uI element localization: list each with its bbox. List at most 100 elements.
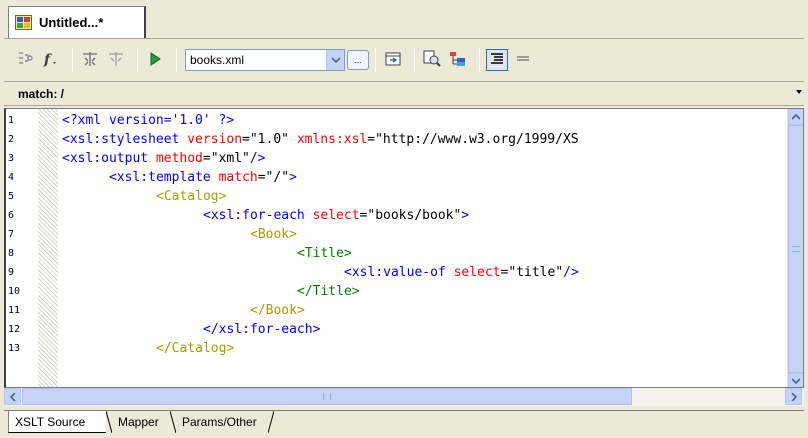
code-line[interactable]: <xsl:template match="/"> — [109, 168, 297, 187]
browse-button[interactable]: … — [347, 50, 369, 70]
code-token: select — [453, 265, 501, 280]
step-button[interactable] — [105, 49, 127, 71]
code-token: xmlns:xsl — [296, 132, 368, 147]
code-line[interactable]: <xsl:stylesheet version="1.0" xmlns:xsl=… — [62, 130, 579, 149]
chevron-left-icon — [9, 392, 16, 401]
line-number: 11 — [8, 305, 21, 316]
code-token: <Book> — [250, 227, 297, 242]
code-line[interactable]: <Catalog> — [156, 187, 226, 206]
run-icon — [146, 50, 164, 71]
code-line[interactable]: </Book> — [250, 301, 305, 320]
line-button[interactable] — [512, 49, 534, 71]
debug-button[interactable] — [79, 49, 101, 71]
code-line[interactable]: <Book> — [250, 225, 297, 244]
line-number: 9 — [8, 267, 15, 278]
code-area[interactable]: <?xml version='1.0' ?> <xsl:stylesheet ve… — [60, 109, 803, 387]
tab-label: Params/Other — [182, 415, 257, 429]
line-number: 12 — [8, 324, 21, 335]
code-token: /> — [563, 265, 579, 280]
code-token: <xsl:stylesheet — [62, 132, 188, 147]
scroll-right-button[interactable] — [785, 388, 802, 405]
open-output-icon — [384, 50, 402, 71]
toolbar-separator — [176, 48, 177, 72]
toolbar-separator — [414, 48, 415, 72]
toolbar-separator — [375, 48, 376, 72]
code-line[interactable]: <?xml version='1.0' ?> — [62, 111, 234, 130]
editor-window: Untitled...* f books.xml … match: / 1 2 … — [0, 0, 808, 438]
chevron-up-icon — [792, 114, 800, 120]
code-line[interactable]: </xsl:for-each> — [203, 320, 320, 339]
code-token: <xsl:value-of — [344, 265, 454, 280]
tab-mapper[interactable]: Mapper — [112, 411, 170, 433]
combo-dropdown-button[interactable] — [326, 50, 344, 70]
line-number-gutter: 1 2 3 4 5 6 7 8 9 10 11 12 13 — [6, 109, 58, 387]
code-line[interactable]: <Title> — [297, 244, 352, 263]
toolbar-separator — [137, 48, 138, 72]
gutter-hatch — [38, 109, 58, 387]
source-file-combo[interactable]: books.xml — [185, 49, 345, 71]
step-icon — [107, 50, 125, 71]
tree-view-button[interactable] — [447, 49, 469, 71]
scroll-down-button[interactable] — [788, 373, 803, 387]
code-token: /> — [249, 151, 266, 166]
code-line[interactable]: </Catalog> — [156, 339, 234, 358]
code-line[interactable]: </Title> — [297, 282, 360, 301]
code-token: <xsl:output — [62, 151, 156, 166]
function-button[interactable]: f — [40, 49, 62, 71]
match-bar: match: / — [4, 82, 804, 106]
code-token: <xsl:template — [109, 170, 219, 185]
tree-view-icon — [449, 50, 467, 71]
code-token: <Catalog> — [156, 189, 227, 204]
open-output-button[interactable] — [382, 49, 404, 71]
document-tab-strip: Untitled...* — [4, 4, 804, 38]
code-token: method — [155, 151, 203, 166]
code-token: ="books/book" — [359, 208, 462, 223]
tab-xslt-source[interactable]: XSLT Source — [8, 411, 106, 433]
line-number: 8 — [8, 248, 15, 259]
code-token: select — [312, 208, 360, 223]
chevron-down-icon — [331, 57, 340, 63]
horizontal-scroll-thumb[interactable] — [22, 388, 632, 405]
find-button[interactable] — [421, 49, 443, 71]
run-button[interactable] — [144, 49, 166, 71]
indent-button[interactable] — [486, 49, 508, 71]
horizontal-scrollbar[interactable] — [4, 388, 804, 406]
line-number: 10 — [8, 286, 21, 297]
line-number: 13 — [8, 343, 21, 354]
scroll-up-button[interactable] — [788, 109, 803, 125]
code-token: <?xml version='1.0' ?> — [62, 113, 235, 128]
debug-icon — [81, 50, 99, 71]
xslt-document-icon — [15, 14, 33, 31]
toolbar-separator — [479, 48, 480, 72]
match-dropdown-icon[interactable] — [796, 90, 802, 94]
combo-browse-icon: … — [353, 55, 363, 65]
document-tab[interactable]: Untitled...* — [8, 6, 146, 38]
code-editor[interactable]: 1 2 3 4 5 6 7 8 9 10 11 12 13 <?xml version='1.0' ?>… — [4, 108, 804, 388]
scroll-left-button[interactable] — [4, 388, 21, 405]
find-icon — [423, 50, 441, 71]
line-number: 1 — [8, 115, 15, 126]
line-number: 3 — [8, 153, 15, 164]
vertical-scroll-thumb[interactable] — [788, 125, 803, 373]
line-number: 4 — [8, 172, 15, 183]
tab-divider — [268, 411, 274, 433]
view-tab-strip: XSLT Source Mapper Params/Other — [4, 410, 804, 434]
xpath-tree-button[interactable] — [14, 49, 36, 71]
code-token: > — [289, 170, 297, 185]
source-file-value: books.xml — [190, 53, 245, 67]
indent-icon — [490, 52, 504, 69]
line-number: 5 — [8, 191, 15, 202]
code-token: <xsl:for-each — [203, 208, 313, 223]
code-token: ="http://www.w3.org/1999/XS — [367, 132, 579, 147]
code-token: </Title> — [297, 284, 360, 299]
code-line[interactable]: <xsl:output method="xml"/> — [62, 149, 266, 168]
vertical-scrollbar[interactable] — [787, 109, 803, 387]
code-line[interactable]: <xsl:for-each select="books/book"> — [203, 206, 469, 225]
scroll-grip — [323, 393, 331, 400]
svg-text:f: f — [43, 52, 53, 68]
line-number: 6 — [8, 210, 15, 221]
toolbar: f books.xml … — [4, 38, 804, 82]
toolbar-separator — [72, 48, 73, 72]
code-line[interactable]: <xsl:value-of select="title"/> — [344, 263, 579, 282]
tab-params-other[interactable]: Params/Other — [176, 411, 268, 433]
